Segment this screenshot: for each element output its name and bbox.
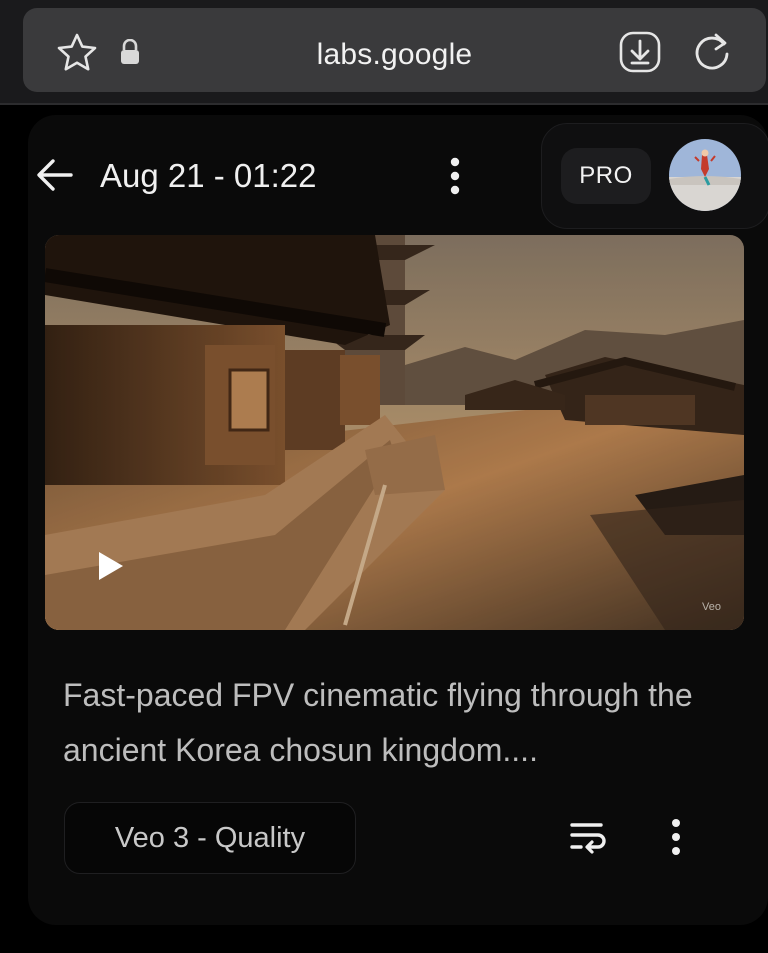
avatar[interactable] xyxy=(669,139,741,211)
browser-toolbar: labs.google xyxy=(0,0,768,105)
more-vert-icon[interactable] xyxy=(662,817,690,857)
page-title: Aug 21 - 01:22 xyxy=(100,157,317,194)
reuse-prompt-icon[interactable] xyxy=(568,818,606,856)
more-vert-icon[interactable] xyxy=(440,155,470,197)
star-icon[interactable] xyxy=(55,31,99,75)
back-arrow-icon[interactable] xyxy=(35,157,75,193)
lock-icon xyxy=(121,39,139,64)
app-view: Aug 21 - 01:22 PRO Veo Fast-paced FPV ci… xyxy=(0,105,768,953)
prompt-text: Fast-paced FPV cinematic flying through … xyxy=(63,677,693,768)
video-thumbnail[interactable] xyxy=(45,235,744,630)
pro-badge[interactable]: PRO xyxy=(561,148,651,204)
model-chip[interactable]: Veo 3 - Quality xyxy=(64,802,356,874)
download-icon[interactable] xyxy=(618,30,662,74)
reload-icon[interactable] xyxy=(690,30,734,74)
play-icon[interactable] xyxy=(97,550,125,582)
veo-watermark: Veo xyxy=(702,601,721,613)
